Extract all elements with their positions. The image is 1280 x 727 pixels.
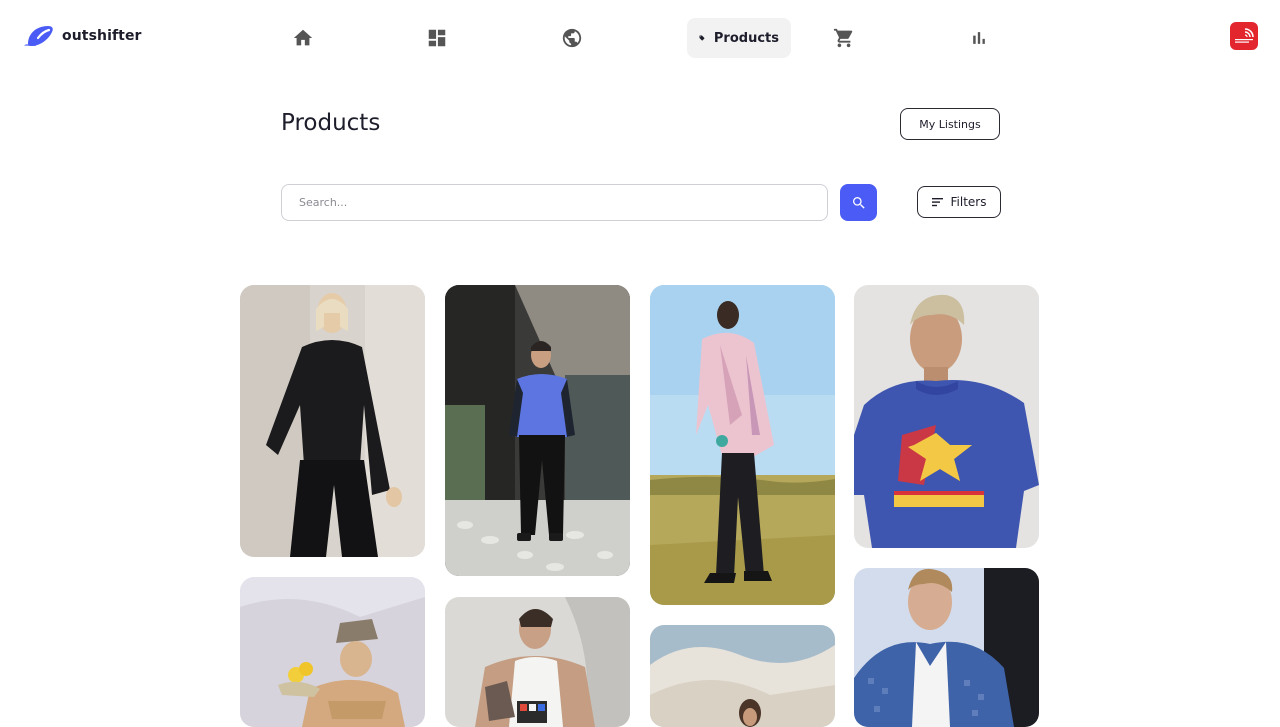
product-card[interactable] xyxy=(445,597,630,727)
cart-icon xyxy=(833,28,853,48)
nav-dashboard[interactable] xyxy=(417,18,457,58)
brand-name: outshifter xyxy=(62,28,142,44)
nav-globe[interactable] xyxy=(552,18,592,58)
product-card[interactable] xyxy=(240,285,425,557)
store-badge[interactable] xyxy=(1230,22,1258,50)
filters-label: Filters xyxy=(950,195,987,209)
product-image xyxy=(240,577,425,727)
my-listings-button[interactable]: My Listings xyxy=(900,108,1000,140)
bar-chart-icon xyxy=(973,32,985,44)
nav-cart[interactable] xyxy=(824,18,864,58)
product-card[interactable] xyxy=(650,285,835,605)
product-card[interactable] xyxy=(650,625,835,727)
nav-home[interactable] xyxy=(283,18,323,58)
brand-logo[interactable]: outshifter xyxy=(24,24,142,48)
tag-icon xyxy=(699,35,705,41)
nav-products[interactable]: Products xyxy=(687,18,791,58)
search-input[interactable] xyxy=(281,184,828,221)
globe-icon xyxy=(562,28,582,48)
outshifter-logo-icon xyxy=(24,26,53,46)
page-title: Products xyxy=(281,110,381,136)
home-icon xyxy=(293,29,313,46)
product-image xyxy=(445,597,630,727)
search-icon xyxy=(852,196,865,209)
the-north-face-logo xyxy=(1235,28,1254,43)
product-image xyxy=(650,625,835,727)
dashboard-icon xyxy=(428,29,446,47)
filters-button[interactable]: Filters xyxy=(917,186,1001,218)
product-image xyxy=(445,285,630,576)
search-button[interactable] xyxy=(840,184,877,221)
product-card[interactable] xyxy=(240,577,425,727)
product-card[interactable] xyxy=(445,285,630,576)
nav-analytics[interactable] xyxy=(959,18,999,58)
product-card[interactable] xyxy=(854,285,1039,548)
product-image xyxy=(854,568,1039,727)
product-card[interactable] xyxy=(854,568,1039,727)
product-image xyxy=(240,285,425,557)
filter-lines-icon xyxy=(931,198,943,207)
product-image xyxy=(650,285,835,605)
product-image xyxy=(854,285,1039,548)
nav-products-label: Products xyxy=(713,30,779,46)
my-listings-label: My Listings xyxy=(919,117,981,131)
